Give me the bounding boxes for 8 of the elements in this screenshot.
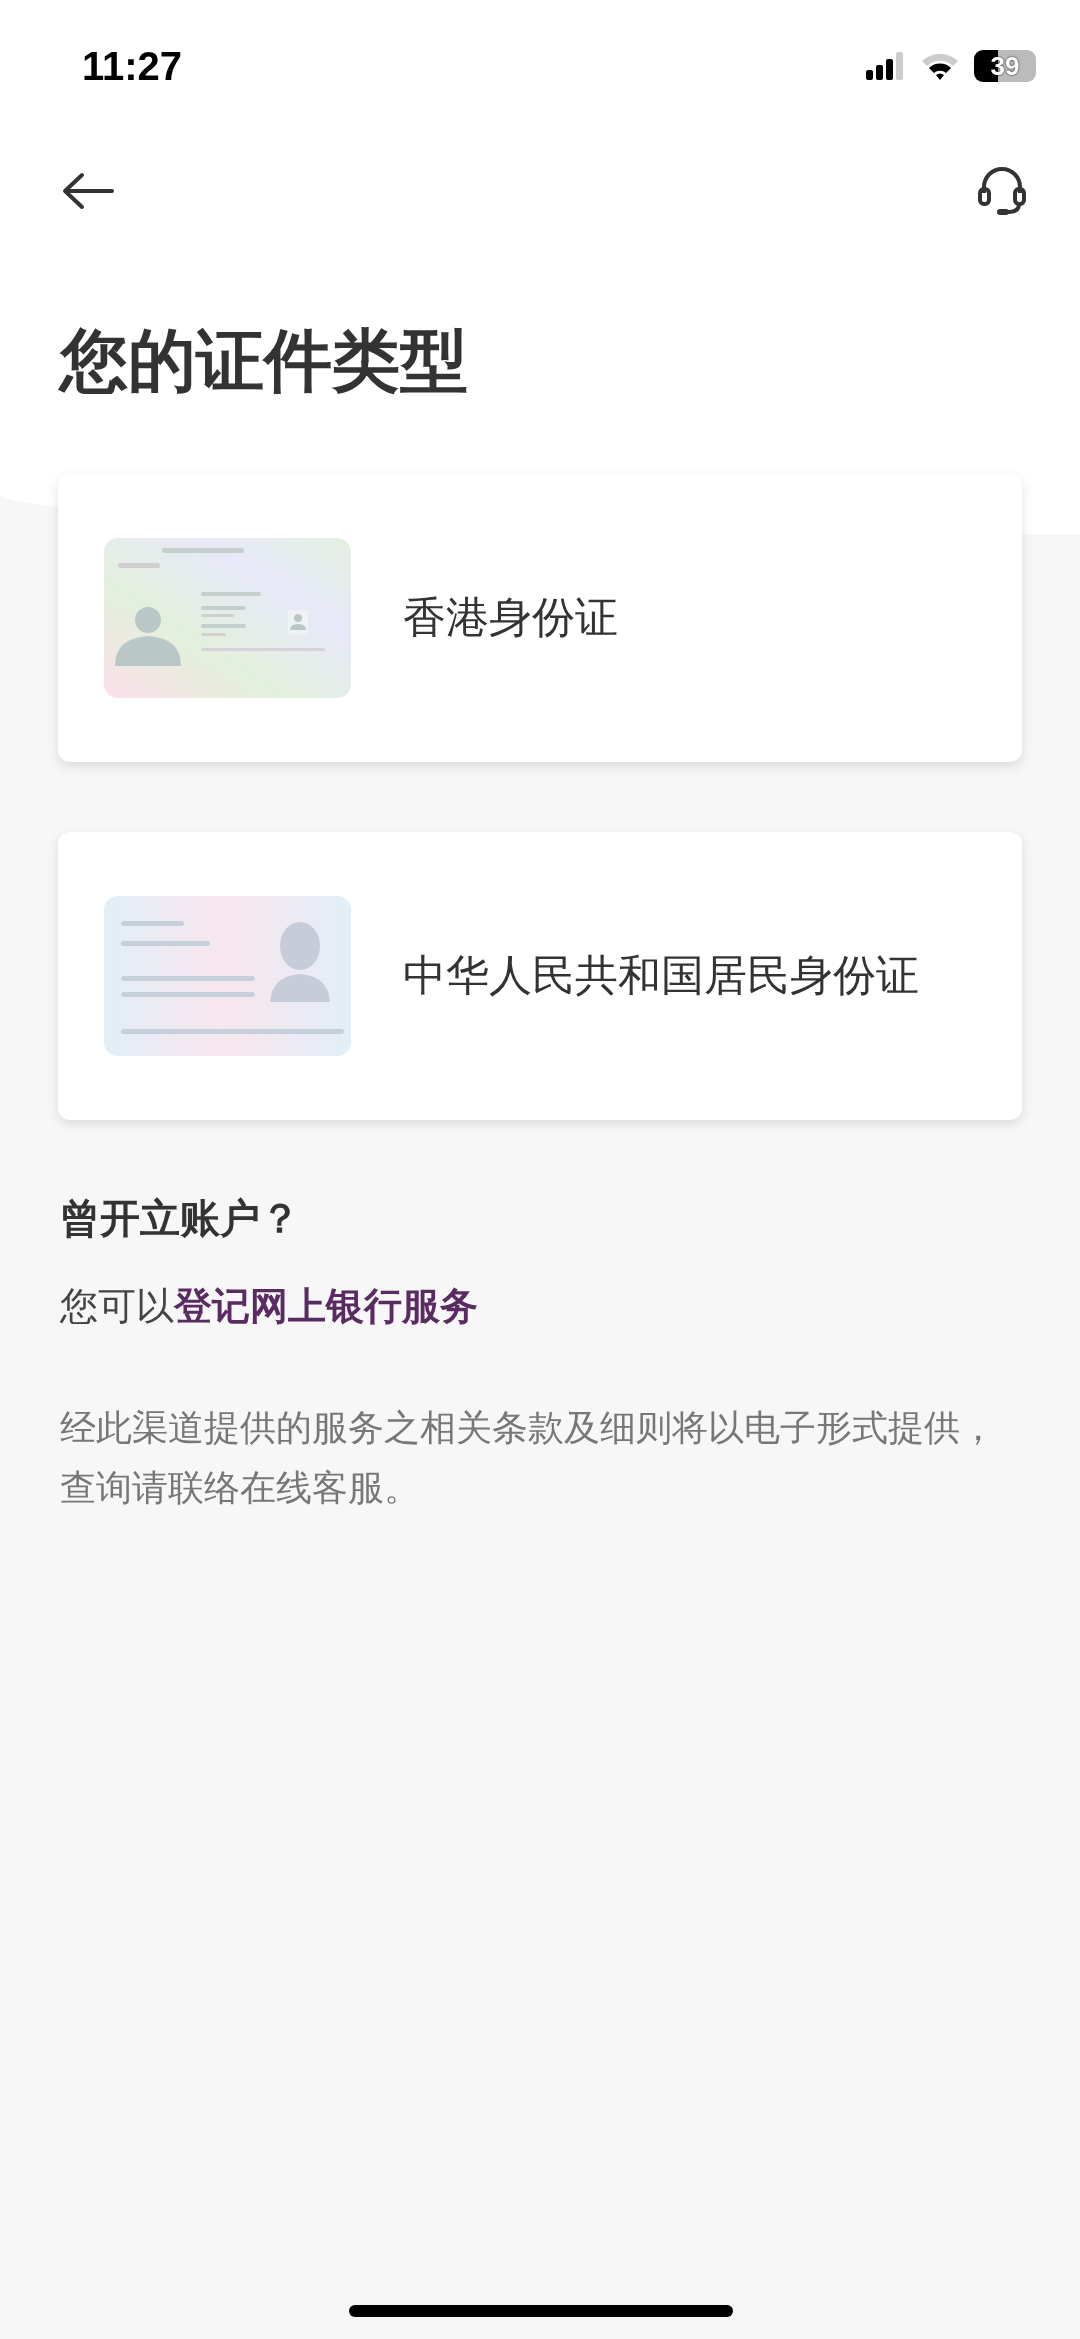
terms-notice: 经此渠道提供的服务之相关条款及细则将以电子形式提供，查询请联络在线客服。	[60, 1406, 997, 1510]
register-link[interactable]: 登记网上银行服务	[174, 1284, 478, 1328]
status-time: 11:27	[82, 43, 183, 89]
section-heading: 曾开立账户？	[60, 1194, 301, 1243]
id-type-card[interactable]: 香港身份证	[58, 474, 1022, 762]
page-title: 您的证件类型	[60, 320, 469, 402]
id-type-card[interactable]: 中华人民共和国居民身份证	[58, 832, 1022, 1120]
register-sentence: 您可以登记网上银行服务	[60, 1283, 479, 1330]
